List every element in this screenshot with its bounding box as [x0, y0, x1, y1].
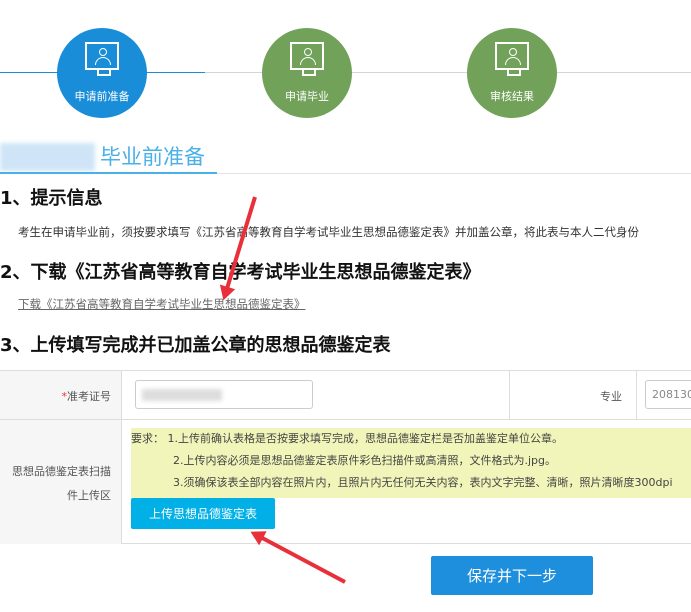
monitor-user-icon	[290, 42, 324, 76]
step-review-result[interactable]: 审核结果	[467, 28, 557, 118]
save-next-button[interactable]: 保存并下一步	[431, 556, 593, 595]
major-input[interactable]: 208130	[645, 380, 691, 409]
major-label: 专业	[510, 371, 637, 419]
exam-id-label: *准考证号	[0, 371, 122, 419]
upload-heading: 3、上传填写完成并已加盖公章的思想品德鉴定表	[0, 335, 391, 356]
step-apply-prep[interactable]: 申请前准备	[57, 28, 147, 118]
section-underline	[0, 172, 217, 174]
monitor-user-icon	[495, 42, 529, 76]
upload-area-label: 思想品德鉴定表扫描件上传区	[0, 420, 122, 544]
exam-id-input[interactable]	[135, 380, 313, 409]
hint-text: 考生在申请毕业前，须按要求填写《江苏省高等教育自学考试毕业生思想品德鉴定表》并加…	[18, 225, 639, 239]
monitor-user-icon	[85, 42, 119, 76]
requirements-box: 要求： 1.上传前确认表格是否按要求填写完成，思想品德鉴定栏是否加盖鉴定单位公章…	[131, 428, 691, 498]
section-title: 毕业前准备	[100, 145, 205, 169]
blurred-text	[0, 143, 95, 171]
download-heading: 2、下载《江苏省高等教育自学考试毕业生思想品德鉴定表》	[0, 262, 481, 283]
upload-form-table: *准考证号 专业 208130 思想品德鉴定表扫描件上传区 要求： 1.上传前确…	[0, 370, 691, 544]
step-apply-graduation[interactable]: 申请毕业	[262, 28, 352, 118]
download-form-link[interactable]: 下载《江苏省高等教育自学考试毕业生思想品德鉴定表》	[18, 296, 306, 312]
hint-heading: 1、提示信息	[0, 188, 103, 209]
